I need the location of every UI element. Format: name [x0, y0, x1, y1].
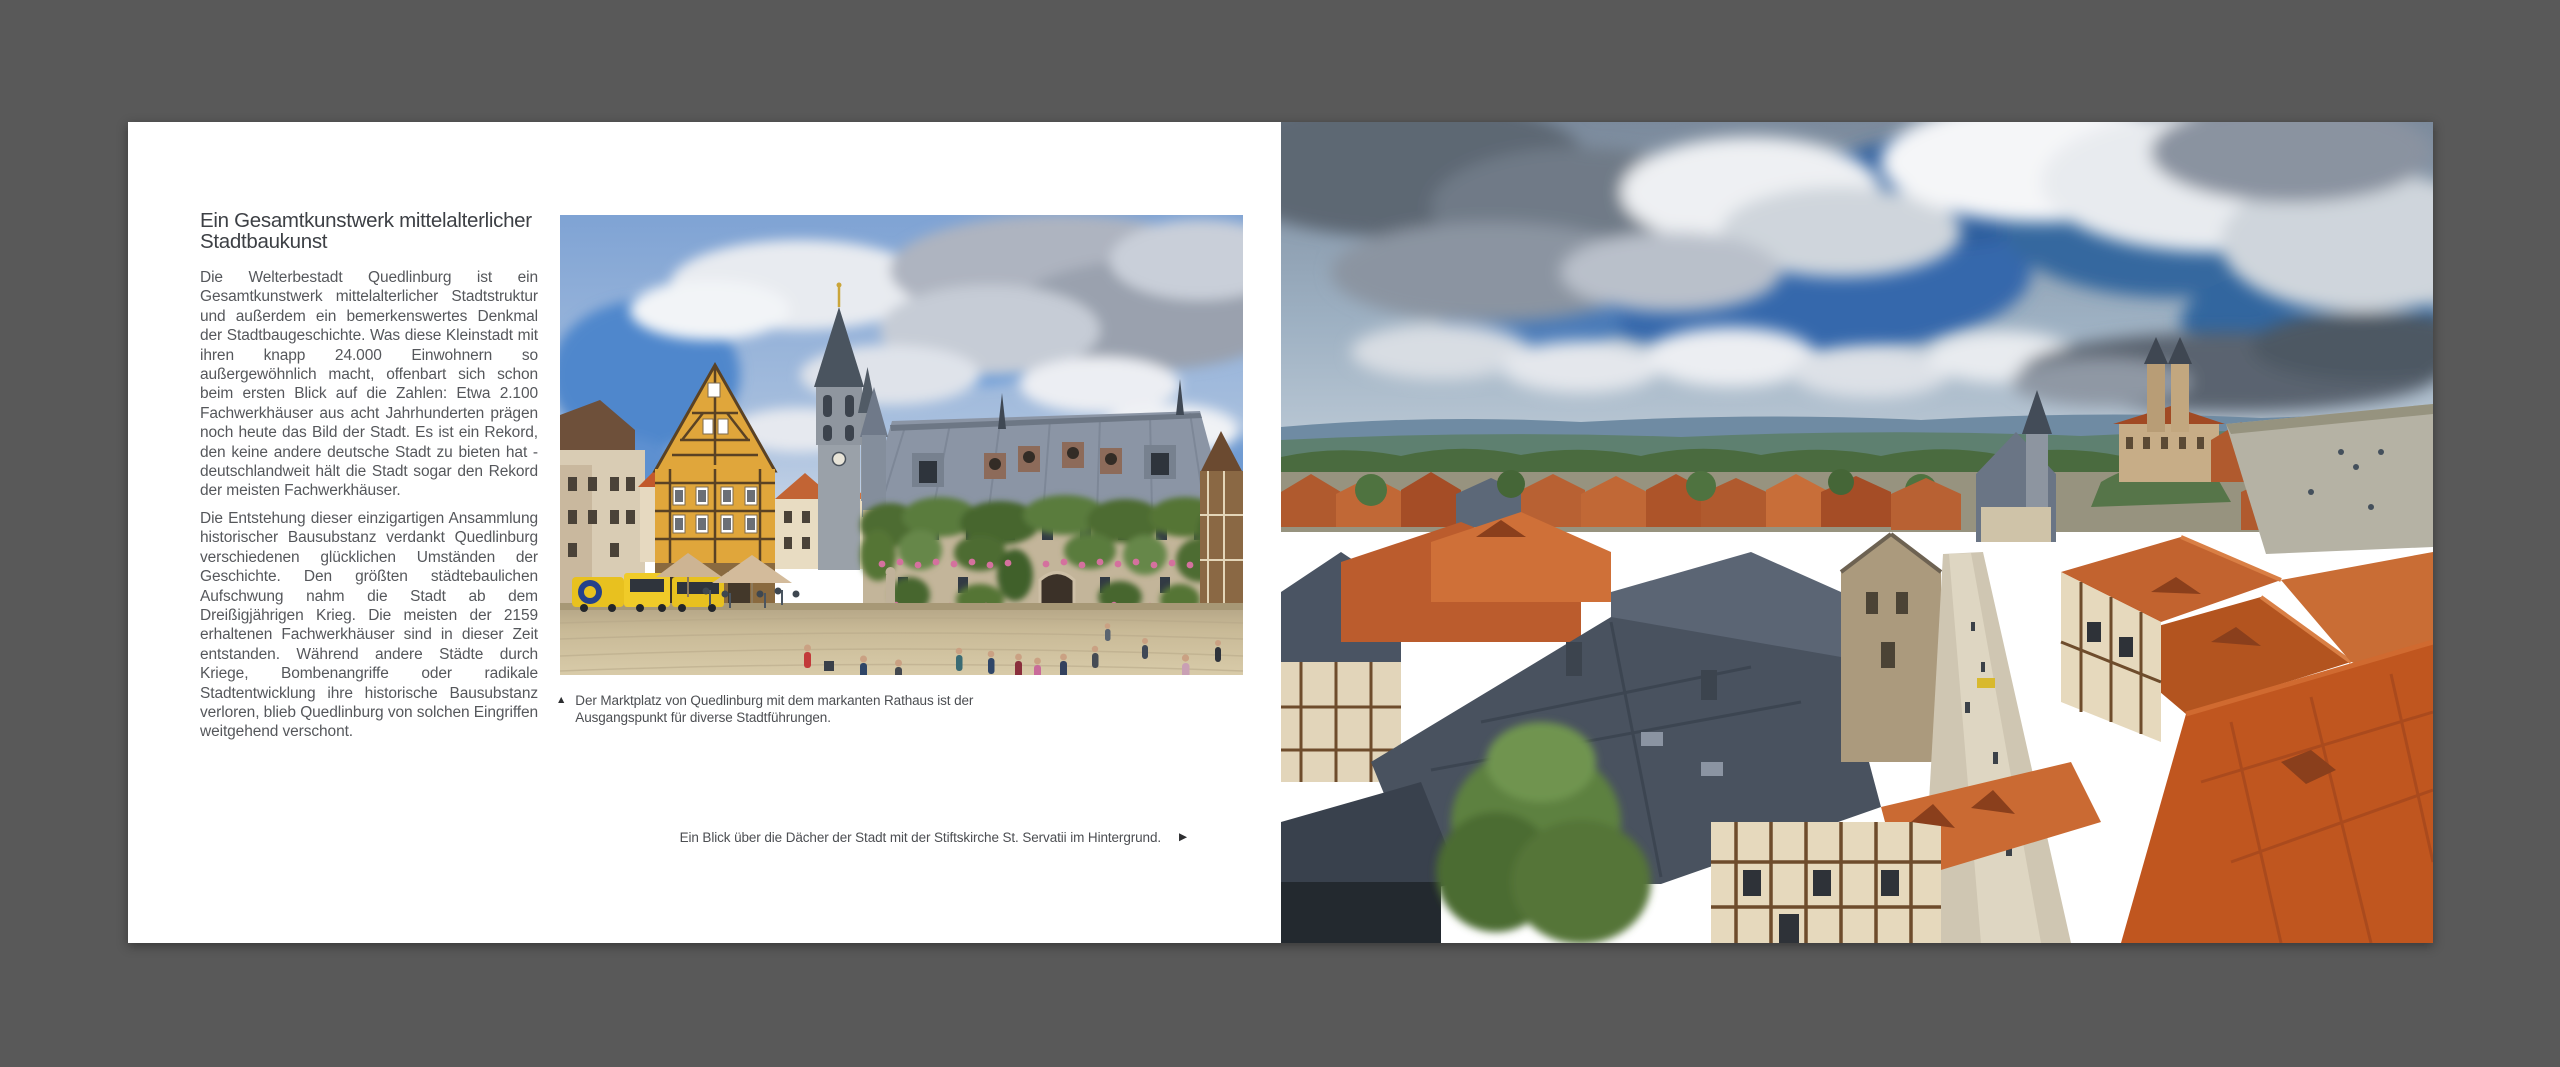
article-paragraph: Die Welterbestadt Quedlinburg ist ein Ge…	[200, 268, 538, 501]
caption-marker-right-icon: ▶	[1179, 829, 1187, 846]
page-title-line2: Stadtbaukunst	[200, 231, 538, 252]
marketplace-photo	[560, 215, 1243, 675]
caption-marker-up-icon: ▲	[556, 692, 566, 709]
rooftops-caption: Ein Blick über die Dächer der Stadt mit …	[680, 829, 1187, 846]
viewer-canvas: { "canvas": { "background_color": "#5959…	[0, 0, 2560, 1067]
article-column: Ein Gesamtkunstwerk mittelalterlicher St…	[200, 210, 538, 750]
page-title-line1: Ein Gesamtkunstwerk mittelalterlicher	[200, 210, 538, 231]
marketplace-caption: ▲ Der Marktplatz von Quedlinburg mit dem…	[556, 692, 1042, 726]
rooftops-caption-text: Ein Blick über die Dächer der Stadt mit …	[680, 829, 1161, 846]
article-paragraph: Die Entstehung dieser einzigartigen Ansa…	[200, 509, 538, 742]
page-title: Ein Gesamtkunstwerk mittelalterlicher St…	[200, 210, 538, 252]
article-body: Die Welterbestadt Quedlinburg ist ein Ge…	[200, 268, 538, 742]
book-spread: Ein Gesamtkunstwerk mittelalterlicher St…	[128, 122, 2433, 943]
marketplace-caption-text: Der Marktplatz von Quedlinburg mit dem m…	[575, 692, 1042, 726]
rooftops-photo	[1281, 122, 2433, 943]
